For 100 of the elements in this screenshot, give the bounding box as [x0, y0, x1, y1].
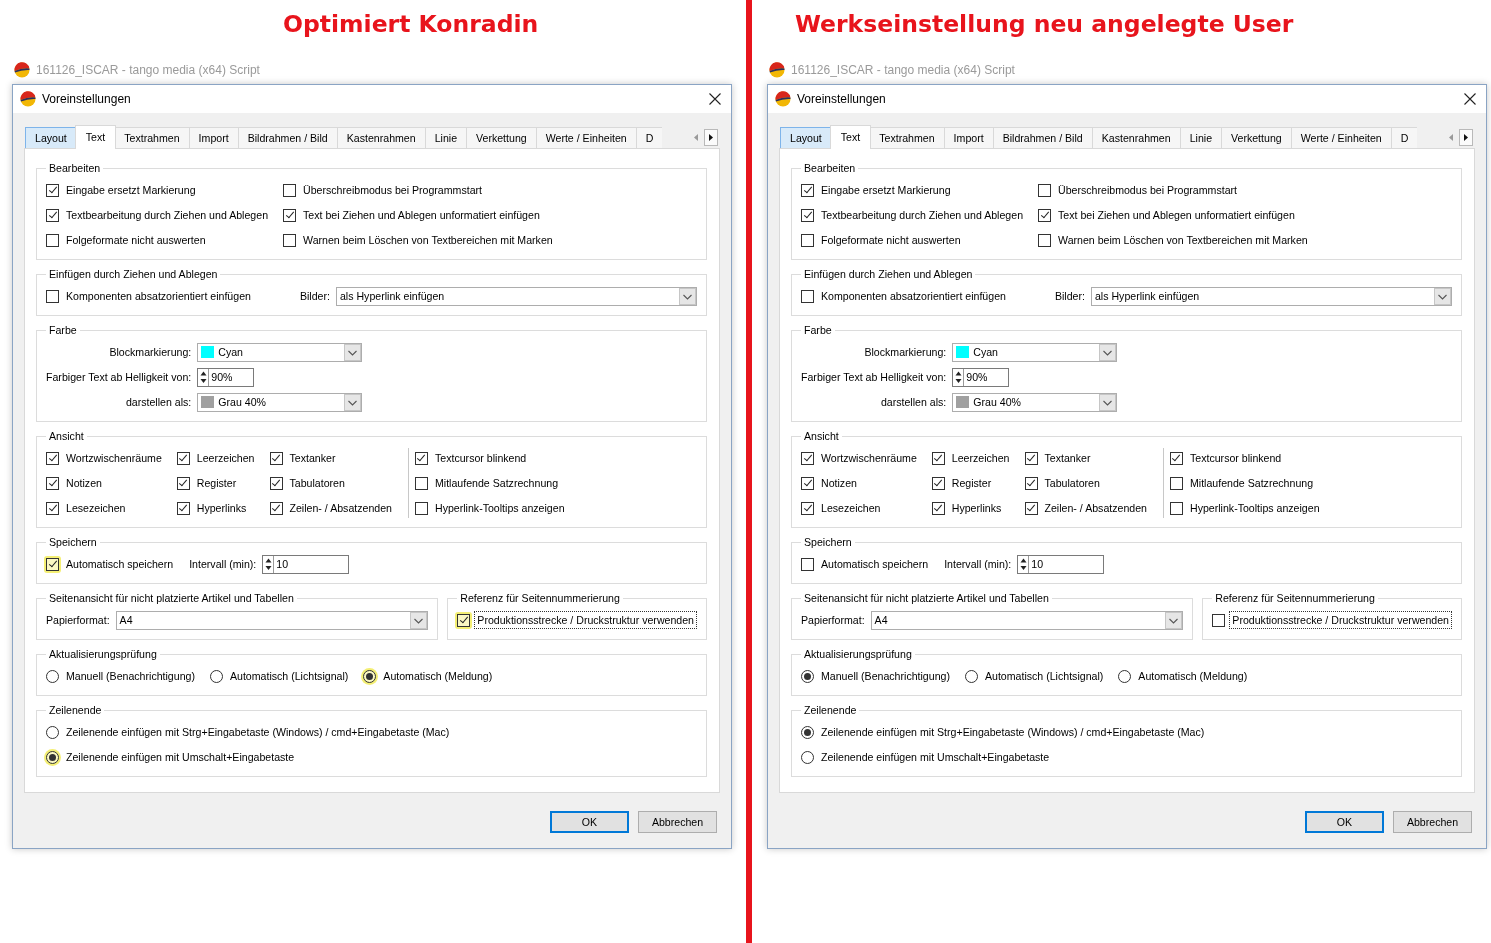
checkbox-label[interactable]: Register [193, 474, 240, 492]
checkbox[interactable] [457, 613, 471, 627]
checkbox[interactable] [283, 208, 297, 222]
radio-label[interactable]: Zeilenende einfügen mit Strg+Eingabetaste (Windows) / cmd+Eingabetaste (Mac) [63, 723, 453, 741]
tab[interactable]: Text [74, 125, 117, 149]
checkbox-label[interactable]: Warnen beim Löschen von Textbereichen mit Marken [1055, 231, 1311, 249]
checkbox[interactable] [931, 451, 945, 465]
checkbox-label[interactable]: Textbearbeitung durch Ziehen und Ablegen [63, 206, 272, 224]
checkbox-label[interactable]: Mitlaufende Satzrechnung [432, 474, 562, 492]
radio-button[interactable] [801, 669, 814, 683]
dropdown[interactable]: Cyan [197, 342, 363, 362]
radio-button[interactable] [801, 750, 814, 764]
checkbox[interactable] [1038, 208, 1052, 222]
checkbox-label[interactable]: Textcursor blinkend [1187, 449, 1285, 467]
checkbox-label[interactable]: Mitlaufende Satzrechnung [1187, 474, 1317, 492]
checkbox-label[interactable]: Hyperlink-Tooltips anzeigen [1187, 499, 1323, 517]
checkbox[interactable] [801, 451, 814, 465]
checkbox[interactable] [176, 451, 190, 465]
checkbox[interactable] [801, 476, 814, 490]
checkbox[interactable] [801, 501, 814, 515]
checkbox-label[interactable]: Notizen [818, 474, 860, 492]
checkbox-label[interactable]: Produktionsstrecke / Druckstruktur verwenden [1229, 611, 1452, 629]
checkbox[interactable] [46, 476, 59, 490]
checkbox-label[interactable]: Tabulatoren [286, 474, 348, 492]
checkbox[interactable] [931, 476, 945, 490]
checkbox-label[interactable]: Leerzeichen [948, 449, 1013, 467]
checkbox[interactable] [46, 183, 59, 197]
checkbox-label[interactable]: Register [948, 474, 995, 492]
radio-label[interactable]: Zeilenende einfügen mit Umschalt+Eingabetaste [818, 748, 1053, 766]
dropdown[interactable]: Grau 40% [197, 392, 363, 412]
ok-button[interactable]: OK [1305, 811, 1384, 833]
tab[interactable]: Layout [780, 127, 832, 148]
checkbox[interactable] [1170, 451, 1183, 465]
checkbox-label[interactable]: Automatisch speichern [63, 555, 177, 573]
close-button[interactable] [1462, 91, 1478, 107]
checkbox-label[interactable]: Lesezeichen [63, 499, 129, 517]
cancel-button[interactable]: Abbrechen [638, 811, 717, 833]
checkbox[interactable] [46, 208, 59, 222]
radio-label[interactable]: Automatisch (Lichtsignal) [226, 667, 352, 685]
tab[interactable]: Import [188, 127, 239, 148]
checkbox-label[interactable]: Eingabe ersetzt Markierung [63, 181, 199, 199]
checkbox-label[interactable]: Folgeformate nicht auswerten [818, 231, 964, 249]
checkbox-label[interactable]: Komponenten absatzorientiert einfügen [63, 287, 254, 305]
radio-label[interactable]: Manuell (Benachrichtigung) [63, 667, 198, 685]
radio-label[interactable]: Automatisch (Lichtsignal) [981, 667, 1107, 685]
radio-label[interactable]: Zeilenende einfügen mit Strg+Eingabetaste (Windows) / cmd+Eingabetaste (Mac) [818, 723, 1208, 741]
checkbox[interactable] [283, 183, 297, 197]
checkbox[interactable] [46, 501, 59, 515]
radio-button[interactable] [1118, 669, 1132, 683]
checkbox[interactable] [1024, 501, 1038, 515]
checkbox-label[interactable]: Wortzwischenräume [63, 449, 165, 467]
checkbox[interactable] [46, 289, 59, 303]
tab[interactable]: Bildrahmen / Bild [992, 127, 1093, 148]
checkbox-label[interactable]: Komponenten absatzorientiert einfügen [818, 287, 1009, 305]
tab[interactable]: Verkettung [1221, 127, 1292, 148]
checkbox-label[interactable]: Hyperlink-Tooltips anzeigen [432, 499, 568, 517]
spin-field[interactable]: 10 [262, 554, 350, 574]
tab[interactable]: Kastenrahmen [1091, 127, 1181, 148]
checkbox-label[interactable]: Textanker [286, 449, 339, 467]
tab[interactable]: Werte / Einheiten [1290, 127, 1392, 148]
checkbox[interactable] [1038, 183, 1052, 197]
tab[interactable]: Textrahmen [869, 127, 945, 148]
radio-label[interactable]: Zeilenende einfügen mit Umschalt+Eingabetaste [63, 748, 298, 766]
checkbox-label[interactable]: Hyperlinks [948, 499, 1005, 517]
radio-button[interactable] [209, 669, 223, 683]
tab[interactable]: Layout [25, 127, 77, 148]
checkbox[interactable] [931, 501, 945, 515]
checkbox[interactable] [1170, 476, 1183, 490]
radio-button[interactable] [46, 750, 59, 764]
checkbox[interactable] [1170, 501, 1183, 515]
radio-label[interactable]: Automatisch (Meldung) [380, 667, 496, 685]
checkbox-label[interactable]: Tabulatoren [1041, 474, 1103, 492]
tab[interactable]: Linie [1179, 127, 1223, 148]
checkbox[interactable] [46, 451, 59, 465]
checkbox-label[interactable]: Zeilen- / Absatzenden [286, 499, 395, 517]
dropdown[interactable]: A4 [115, 610, 429, 630]
checkbox[interactable] [176, 501, 190, 515]
tab[interactable]: Import [943, 127, 994, 148]
tab[interactable]: Textrahmen [114, 127, 190, 148]
checkbox-label[interactable]: Wortzwischenräume [818, 449, 920, 467]
tab-scroll-right-button[interactable] [704, 128, 718, 146]
checkbox[interactable] [415, 451, 428, 465]
checkbox-label[interactable]: Eingabe ersetzt Markierung [818, 181, 954, 199]
checkbox-label[interactable]: Leerzeichen [193, 449, 258, 467]
dropdown[interactable]: Grau 40% [952, 392, 1118, 412]
checkbox-label[interactable]: Überschreibmodus bei Programmstart [1055, 181, 1240, 199]
dropdown[interactable]: als Hyperlink einfügen [1090, 286, 1452, 306]
radio-button[interactable] [363, 669, 377, 683]
checkbox[interactable] [801, 289, 814, 303]
checkbox[interactable] [46, 557, 59, 571]
checkbox-label[interactable]: Lesezeichen [818, 499, 884, 517]
checkbox-label[interactable]: Textanker [1041, 449, 1094, 467]
checkbox-label[interactable]: Überschreibmodus bei Programmstart [300, 181, 485, 199]
tab[interactable]: D [1390, 127, 1418, 148]
checkbox[interactable] [176, 476, 190, 490]
checkbox[interactable] [1038, 233, 1052, 247]
spin-field[interactable]: 90% [952, 367, 1010, 387]
checkbox-label[interactable]: Warnen beim Löschen von Textbereichen mit Marken [300, 231, 556, 249]
checkbox-label[interactable]: Hyperlinks [193, 499, 250, 517]
checkbox[interactable] [269, 476, 283, 490]
